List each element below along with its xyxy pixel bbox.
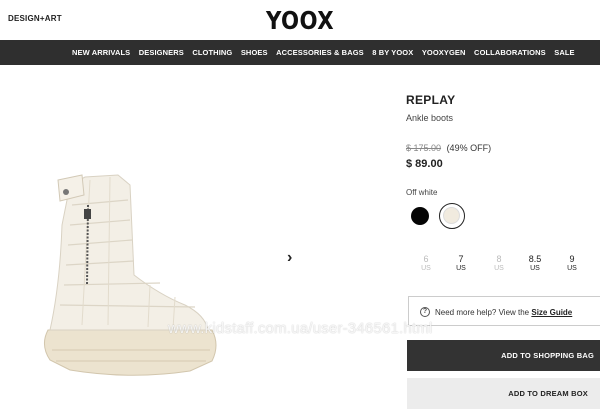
- nav-item-sale[interactable]: SALE: [554, 48, 574, 57]
- size-option-8-5[interactable]: 8.5 US: [524, 254, 546, 272]
- size-number: 8.5: [528, 254, 542, 264]
- top-bar: DESIGN+ART YOOX: [0, 0, 600, 40]
- size-help-text: Need more help? View the Size Guide: [435, 308, 572, 317]
- size-number: 8: [496, 254, 502, 264]
- size-number: 9: [569, 254, 575, 264]
- nav-item-8-by-yoox[interactable]: 8 BY YOOX: [372, 48, 413, 57]
- size-number: 6: [423, 254, 429, 264]
- size-option-7[interactable]: 7 US: [450, 254, 472, 272]
- size-unit: US: [567, 265, 577, 272]
- add-to-shopping-bag-button[interactable]: ADD TO SHOPPING BAG: [407, 340, 600, 371]
- size-unit: US: [530, 265, 540, 272]
- product-category: Ankle boots: [406, 113, 454, 123]
- size-help-box: ? Need more help? View the Size Guide: [408, 296, 600, 326]
- color-swatch-black[interactable]: [411, 207, 429, 225]
- add-to-dream-box-button[interactable]: ADD TO DREAM BOX: [407, 378, 600, 409]
- size-unit: US: [421, 265, 431, 272]
- chevron-right-icon[interactable]: ›: [287, 249, 292, 267]
- size-option-8[interactable]: 8 US: [488, 254, 510, 272]
- size-option-6[interactable]: 6 US: [415, 254, 437, 272]
- nav-item-clothing[interactable]: CLOTHING: [192, 48, 232, 57]
- color-swatch-off-white[interactable]: [439, 203, 465, 229]
- watermark: www.kidstaff.com.ua/user-346561.html: [168, 320, 433, 337]
- size-guide-link[interactable]: Size Guide: [531, 308, 572, 317]
- color-swatch-off-white-fill: [443, 207, 460, 224]
- price-row: $ 175.00 (49% OFF): [406, 143, 491, 153]
- nav-item-yooxygen[interactable]: YOOXYGEN: [422, 48, 466, 57]
- size-option-9[interactable]: 9 US: [561, 254, 583, 272]
- yoox-logo[interactable]: YOOX: [45, 6, 555, 35]
- color-label: Off white: [406, 188, 438, 197]
- size-unit: US: [456, 265, 466, 272]
- nav-item-shoes[interactable]: SHOES: [241, 48, 268, 57]
- old-price: $ 175.00: [406, 143, 442, 153]
- help-prompt: Need more help? View the: [435, 308, 532, 317]
- nav-item-new-arrivals[interactable]: NEW ARRIVALS: [72, 48, 130, 57]
- question-icon: ?: [420, 307, 430, 317]
- product-brand[interactable]: REPLAY: [406, 93, 455, 107]
- size-unit: US: [494, 265, 504, 272]
- size-number: 7: [458, 254, 464, 264]
- current-price: $ 89.00: [406, 158, 443, 170]
- discount-badge: (49% OFF): [446, 143, 492, 153]
- nav-item-designers[interactable]: DESIGNERS: [139, 48, 184, 57]
- nav-item-collaborations[interactable]: COLLABORATIONS: [474, 48, 546, 57]
- main-nav: NEW ARRIVALS DESIGNERS CLOTHING SHOES AC…: [0, 40, 600, 65]
- product-image[interactable]: [30, 165, 230, 385]
- nav-item-accessories-bags[interactable]: ACCESSORIES & BAGS: [276, 48, 364, 57]
